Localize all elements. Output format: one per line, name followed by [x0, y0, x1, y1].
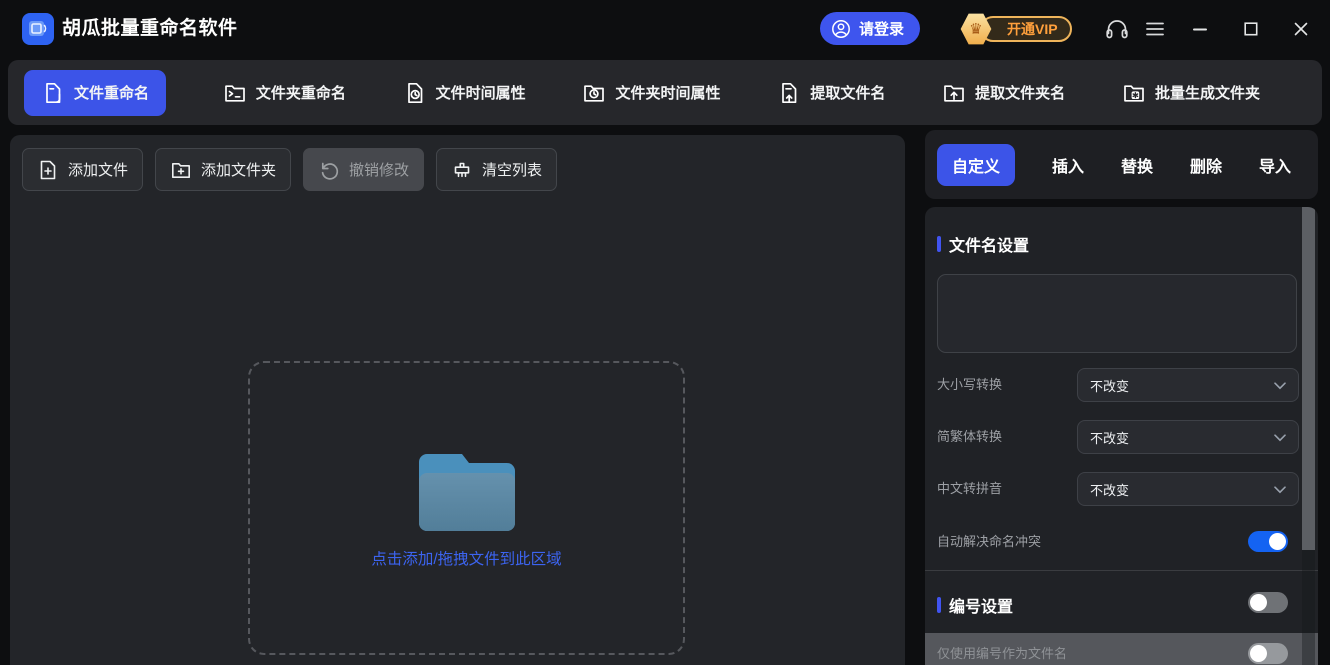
setting-label: 仅使用编号作为文件名 — [937, 633, 1067, 665]
login-button[interactable]: 请登录 — [820, 12, 920, 45]
maximize-button[interactable] — [1236, 14, 1266, 44]
tab-folder-time[interactable]: 文件夹时间属性 — [582, 70, 720, 116]
toggle-knob — [1250, 645, 1267, 662]
numbering-toggle[interactable] — [1248, 592, 1288, 613]
headphones-icon — [1103, 16, 1131, 42]
app-window: 胡瓜批量重命名软件 请登录 开通VIP ♛ — [0, 0, 1330, 665]
file-rename-icon — [41, 81, 65, 105]
vip-button[interactable]: 开通VIP ♛ — [960, 12, 1072, 46]
titlebar: 胡瓜批量重命名软件 请登录 开通VIP ♛ — [0, 0, 1330, 58]
tab-extract-foldername[interactable]: 提取文件夹名 — [942, 70, 1065, 116]
rename-mode-tabbar: 自定义 插入 替换 删除 导入 — [925, 130, 1318, 199]
minimize-icon — [1193, 22, 1207, 36]
main-nav-tabbar: 文件重命名 文件夹重命名 文件时间属性 文件夹 — [8, 60, 1322, 125]
vip-label: 开通VIP — [1007, 19, 1058, 39]
number-only-row: 仅使用编号作为文件名 — [925, 633, 1318, 665]
folder-time-icon — [582, 81, 606, 105]
tab-label: 提取文件名 — [810, 82, 885, 103]
dropzone-hint: 点击添加/拖拽文件到此区域 — [371, 547, 561, 569]
close-button[interactable] — [1286, 14, 1316, 44]
section-accent-bar — [937, 236, 941, 252]
tab-label: 文件夹时间属性 — [615, 82, 720, 103]
chevron-down-icon — [1274, 382, 1286, 390]
select-value: 不改变 — [1090, 480, 1129, 499]
add-file-icon — [37, 159, 59, 181]
batch-create-folder-icon — [1122, 81, 1146, 105]
tab-replace[interactable]: 替换 — [1121, 153, 1153, 177]
tab-file-time[interactable]: 文件时间属性 — [403, 70, 526, 116]
filename-input[interactable] — [937, 274, 1297, 353]
tab-folder-rename[interactable]: 文件夹重命名 — [223, 70, 346, 116]
file-time-icon — [403, 81, 427, 105]
add-file-button[interactable]: 添加文件 — [22, 148, 143, 191]
section-divider — [925, 570, 1318, 571]
simplified-traditional-select[interactable]: 不改变 — [1077, 420, 1299, 454]
extract-filename-icon — [777, 81, 801, 105]
tab-label: 文件重命名 — [74, 82, 149, 103]
filename-section-header: 文件名设置 — [937, 232, 1029, 256]
folder-rename-icon — [223, 81, 247, 105]
setting-label: 大小写转换 — [937, 368, 1002, 402]
add-folder-button[interactable]: 添加文件夹 — [155, 148, 291, 191]
button-label: 撤销修改 — [349, 159, 409, 180]
add-folder-icon — [170, 159, 192, 181]
tab-import[interactable]: 导入 — [1259, 153, 1291, 177]
menu-button[interactable] — [1140, 14, 1170, 44]
tab-custom[interactable]: 自定义 — [937, 144, 1015, 186]
settings-panel: 文件名设置 大小写转换 不改变 简繁体转换 不改变 中文转拼音 不改变 自动解决… — [925, 207, 1318, 665]
tab-label: 批量生成文件夹 — [1155, 82, 1260, 103]
tab-insert[interactable]: 插入 — [1052, 153, 1084, 177]
tab-delete[interactable]: 删除 — [1190, 153, 1222, 177]
tab-label: 文件时间属性 — [436, 82, 526, 103]
tab-label: 提取文件夹名 — [975, 82, 1065, 103]
menu-icon — [1146, 22, 1164, 36]
auto-conflict-toggle[interactable] — [1248, 531, 1288, 552]
file-dropzone[interactable]: 点击添加/拖拽文件到此区域 — [248, 361, 685, 655]
button-label: 清空列表 — [482, 159, 542, 180]
tab-extract-filename[interactable]: 提取文件名 — [777, 70, 885, 116]
app-title: 胡瓜批量重命名软件 — [62, 0, 238, 58]
scrollbar-thumb[interactable] — [1302, 207, 1315, 550]
toolbar: 添加文件 添加文件夹 撤销修改 — [22, 148, 557, 191]
minimize-button[interactable] — [1185, 14, 1215, 44]
maximize-icon — [1244, 22, 1258, 36]
button-label: 添加文件夹 — [201, 159, 276, 180]
numbering-section-header: 编号设置 — [937, 593, 1013, 617]
setting-label: 中文转拼音 — [937, 472, 1002, 506]
login-label: 请登录 — [859, 18, 904, 39]
setting-label: 简繁体转换 — [937, 420, 1002, 454]
tab-file-rename[interactable]: 文件重命名 — [24, 70, 166, 116]
file-list-panel: 添加文件 添加文件夹 撤销修改 — [10, 135, 905, 665]
tab-label: 文件夹重命名 — [256, 82, 346, 103]
folder-icon — [413, 447, 521, 531]
headphones-button[interactable] — [1102, 14, 1132, 44]
button-label: 添加文件 — [68, 159, 128, 180]
undo-icon — [318, 159, 340, 181]
toggle-knob — [1269, 533, 1286, 550]
section-title: 编号设置 — [949, 593, 1013, 617]
section-accent-bar — [937, 597, 941, 613]
pinyin-select[interactable]: 不改变 — [1077, 472, 1299, 506]
case-convert-select[interactable]: 不改变 — [1077, 368, 1299, 402]
number-only-toggle[interactable] — [1248, 643, 1288, 664]
close-icon — [1294, 22, 1308, 36]
user-icon — [830, 18, 852, 40]
undo-button[interactable]: 撤销修改 — [303, 148, 424, 191]
select-value: 不改变 — [1090, 428, 1129, 447]
tab-batch-create-folder[interactable]: 批量生成文件夹 — [1122, 70, 1260, 116]
select-value: 不改变 — [1090, 376, 1129, 395]
clear-icon — [451, 159, 473, 181]
chevron-down-icon — [1274, 434, 1286, 442]
chevron-down-icon — [1274, 486, 1286, 494]
setting-label: 自动解决命名冲突 — [937, 525, 1041, 559]
section-title: 文件名设置 — [949, 232, 1029, 256]
extract-foldername-icon — [942, 81, 966, 105]
toggle-knob — [1250, 594, 1267, 611]
app-logo-icon — [22, 13, 54, 45]
clear-list-button[interactable]: 清空列表 — [436, 148, 557, 191]
